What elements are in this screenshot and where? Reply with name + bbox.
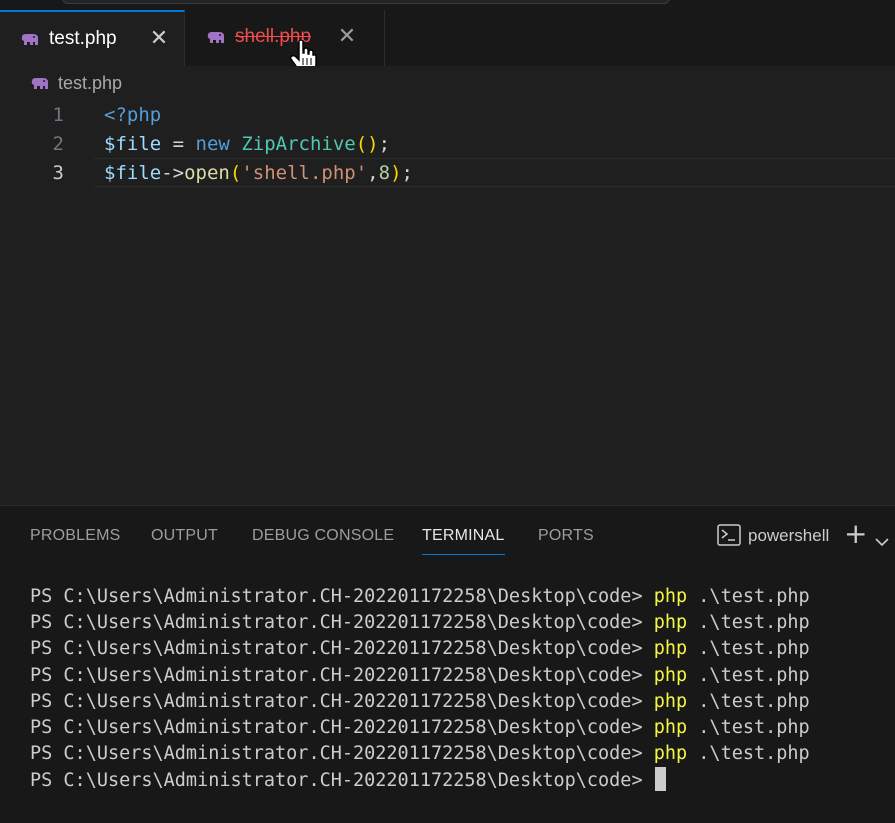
terminal-line: PS C:\Users\Administrator.CH-20220117225… (30, 741, 810, 767)
code-token: ( (229, 162, 242, 184)
line-number: 1 (52, 104, 64, 126)
tab-test-php[interactable]: test.php ✕ (0, 10, 185, 66)
terminal-prompt: PS C:\Users\Administrator.CH-20220117225… (30, 717, 654, 738)
bottom-panel: PROBLEMS OUTPUT DEBUG CONSOLE TERMINAL P… (0, 505, 895, 823)
terminal-argument: .\test.php (687, 586, 810, 607)
terminal-prompt: PS C:\Users\Administrator.CH-20220117225… (30, 743, 654, 765)
close-icon[interactable]: ✕ (148, 26, 170, 52)
terminal-command: php (653, 717, 688, 738)
code-editor[interactable]: 1 <?php 2 $file = new ZipArchive(); 3 $file->… (0, 100, 895, 505)
terminal-prompt: PS C:\Users\Administrator.CH-20220117225… (30, 638, 654, 660)
command-center[interactable] (62, 0, 670, 4)
terminal-command: php (653, 743, 688, 765)
code-token: -> (161, 162, 185, 184)
code-line[interactable]: 2 $file = new ZipArchive(); (0, 130, 895, 159)
tab-debug-console[interactable]: DEBUG CONSOLE (252, 524, 394, 554)
tab-ports[interactable]: PORTS (538, 524, 594, 554)
breadcrumb[interactable]: test.php (0, 66, 895, 100)
terminal-argument: .\test.php (687, 717, 810, 738)
code-token: $file (104, 162, 162, 184)
code-token: ) (390, 162, 402, 184)
line-number: 3 (52, 162, 64, 184)
terminal-icon[interactable] (717, 524, 741, 550)
title-bar (0, 0, 895, 10)
terminal-argument: .\test.php (687, 664, 810, 686)
terminal-argument: .\test.php (687, 743, 810, 765)
terminal-prompt: PS C:\Users\Administrator.CH-20220117225… (30, 586, 654, 607)
code-token: ; (378, 133, 391, 155)
terminal-cursor (654, 767, 666, 792)
editor-tab-bar: test.php ✕ shell.php ✕ (0, 10, 895, 73)
tab-problems[interactable]: PROBLEMS (30, 524, 121, 554)
terminal-prompt: PS C:\Users\Administrator.CH-20220117225… (30, 770, 643, 792)
terminal-line: PS C:\Users\Administrator.CH-20220117225… (30, 663, 810, 689)
terminal-line: PS C:\Users\Administrator.CH-20220117225… (30, 584, 810, 610)
code-token: () (355, 133, 379, 155)
code-token: <?php (104, 104, 162, 126)
code-token: 8 (378, 162, 391, 184)
code-token: $file (104, 133, 162, 155)
terminal-command: php (653, 664, 688, 686)
terminal-line: PS C:\Users\Administrator.CH-20220117225… (30, 610, 810, 636)
line-code[interactable]: <?php (104, 101, 161, 130)
code-line[interactable]: 1 <?php (0, 101, 895, 130)
php-elephant-icon (206, 30, 226, 49)
terminal-command: php (653, 690, 688, 712)
terminal-prompt: PS C:\Users\Administrator.CH-20220117225… (30, 690, 654, 712)
code-token: , (367, 162, 379, 184)
code-line[interactable]: 3 $file->open('shell.php',8); (0, 159, 895, 188)
code-token: ZipArchive (241, 133, 356, 155)
terminal-command: php (653, 612, 688, 634)
terminal-argument: .\test.php (687, 612, 810, 634)
terminal-prompt: PS C:\Users\Administrator.CH-20220117225… (30, 612, 654, 634)
line-code[interactable]: $file->open('shell.php',8); (104, 159, 413, 188)
chevron-down-icon[interactable] (875, 532, 889, 551)
plus-icon[interactable]: + (844, 518, 867, 550)
breadcrumb-file[interactable]: test.php (58, 73, 122, 94)
terminal-line: PS C:\Users\Administrator.CH-20220117225… (30, 715, 810, 741)
code-token: new (195, 133, 230, 155)
terminal-command: php (653, 638, 688, 660)
terminal-argument: .\test.php (687, 638, 810, 660)
line-number: 2 (52, 133, 64, 155)
vscode-window: test.php ✕ shell.php ✕ test.php 1 <?php … (0, 0, 895, 823)
terminal-prompt: PS C:\Users\Administrator.CH-20220117225… (30, 664, 654, 686)
close-icon[interactable]: ✕ (336, 24, 358, 50)
terminal-input-line[interactable]: PS C:\Users\Administrator.CH-20220117225… (30, 767, 666, 793)
terminal-argument: .\test.php (687, 690, 810, 712)
tab-label: test.php (49, 28, 117, 49)
code-token: = (161, 133, 196, 155)
terminal-shell-name[interactable]: powershell (748, 526, 829, 546)
php-elephant-icon (30, 76, 50, 95)
terminal-line: PS C:\Users\Administrator.CH-20220117225… (30, 689, 810, 715)
php-elephant-icon (20, 32, 40, 51)
line-code[interactable]: $file = new ZipArchive(); (104, 130, 390, 159)
tab-shell-php[interactable]: shell.php ✕ (185, 10, 385, 66)
code-token: open (184, 162, 230, 184)
tab-terminal[interactable]: TERMINAL (422, 524, 505, 555)
code-token: ; (401, 162, 413, 184)
terminal-line: PS C:\Users\Administrator.CH-20220117225… (30, 636, 810, 662)
code-token: 'shell.php' (241, 162, 368, 184)
tab-output[interactable]: OUTPUT (151, 524, 218, 554)
terminal-actions: powershell + (715, 518, 895, 554)
terminal-command: php (653, 586, 688, 607)
